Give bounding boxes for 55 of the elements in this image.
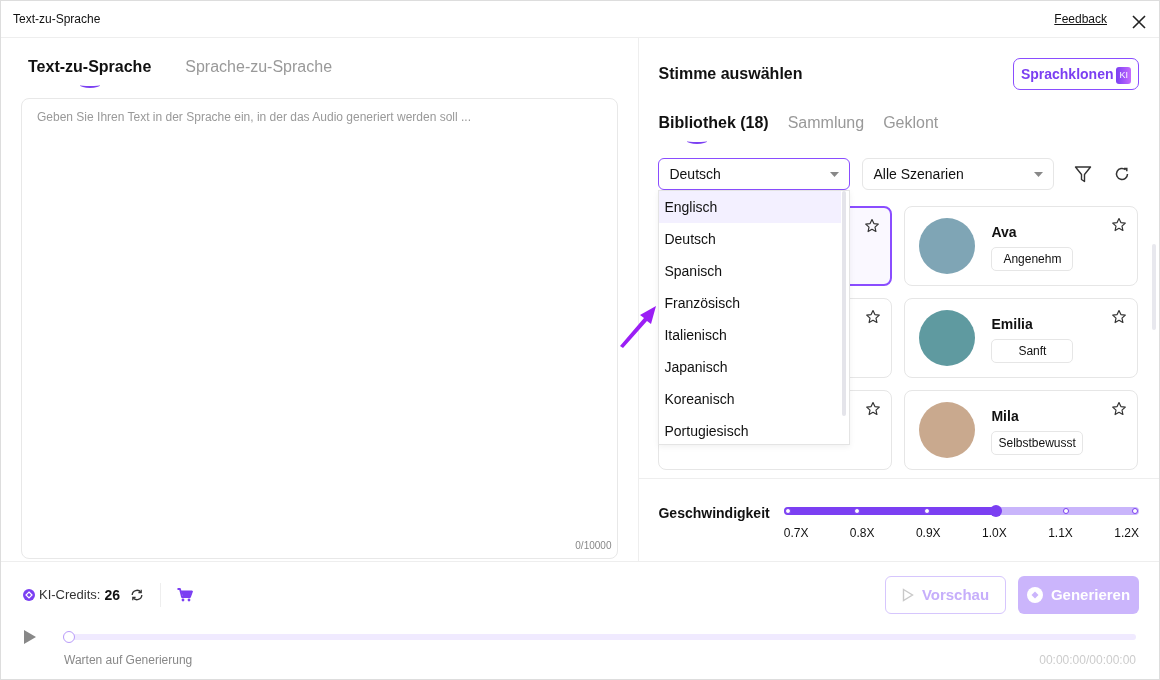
star-icon[interactable] xyxy=(1111,309,1128,325)
feedback-link[interactable]: Feedback xyxy=(1054,10,1107,28)
window-title: Text-zu-Sprache xyxy=(13,11,101,28)
dropdown-scrollbar[interactable] xyxy=(842,191,847,416)
speed-tick-label: 0.8X xyxy=(849,525,875,542)
voice-name: Ava xyxy=(991,222,1017,242)
star-icon[interactable] xyxy=(865,401,882,417)
play-icon[interactable] xyxy=(23,629,37,645)
star-icon[interactable] xyxy=(865,309,882,325)
star-icon[interactable] xyxy=(1111,401,1128,417)
dropdown-option[interactable]: Deutsch xyxy=(659,223,842,255)
voice-name: Mila xyxy=(991,406,1019,426)
star-icon[interactable] xyxy=(1111,217,1128,233)
voice-clone-button[interactable]: Sprachklonen KI xyxy=(1012,58,1139,90)
speed-tick-label: 1.1X xyxy=(1048,525,1073,542)
playback-thumb[interactable] xyxy=(63,631,75,643)
dropdown-option[interactable]: Französisch xyxy=(659,287,842,319)
voice-card[interactable]: Mila Selbstbewusst xyxy=(904,390,1139,470)
speed-tick-label: 0.7X xyxy=(783,525,809,542)
credits-label: KI-Credits: xyxy=(39,586,101,605)
cart-icon[interactable] xyxy=(177,588,193,602)
voice-name: Emilia xyxy=(991,314,1033,334)
status-text: Warten auf Generierung xyxy=(64,652,193,669)
voice-tag: Sanft xyxy=(991,338,1074,363)
dropdown-option[interactable]: Italienisch xyxy=(659,319,842,351)
play-icon xyxy=(901,588,914,602)
character-counter: 0/10000 xyxy=(575,539,612,553)
speed-tick-label: 0.9X xyxy=(915,525,941,542)
dropdown-option[interactable]: Englisch xyxy=(659,191,842,223)
arrow-icon xyxy=(618,304,658,348)
dropdown-option[interactable]: Koreanisch xyxy=(659,383,842,415)
speed-label: Geschwindigkeit xyxy=(658,504,770,523)
star-icon[interactable] xyxy=(864,218,881,234)
speed-slider-thumb[interactable] xyxy=(990,505,1003,517)
credits-icon xyxy=(23,589,35,601)
caret-icon xyxy=(1034,171,1044,177)
voice-tag: Selbstbewusst xyxy=(991,430,1083,455)
dropdown-option[interactable]: Spanisch xyxy=(659,255,842,287)
refresh-icon[interactable] xyxy=(1114,166,1131,182)
voice-tag: Angenehm xyxy=(991,246,1074,271)
voice-card[interactable]: Ava Angenehm xyxy=(904,206,1139,286)
panel-title: Stimme auswählen xyxy=(658,64,803,84)
scenario-dropdown[interactable]: Alle Szenarien xyxy=(862,158,1055,190)
dropdown-option[interactable]: Japanisch xyxy=(659,351,842,383)
voice-card[interactable]: Emilia Sanft xyxy=(904,298,1139,378)
mode-tab[interactable]: Text-zu-Sprache xyxy=(28,47,152,89)
dropdown-option[interactable]: Portugiesisch xyxy=(659,415,842,444)
language-dropdown[interactable]: Deutsch xyxy=(658,158,851,190)
library-tab[interactable]: Bibliothek (18) xyxy=(658,103,769,145)
credits-value: 26 xyxy=(104,585,120,605)
filter-icon[interactable] xyxy=(1074,165,1093,183)
caret-icon xyxy=(830,171,840,177)
speed-tick-label: 1.2X xyxy=(1114,525,1139,542)
refresh-icon[interactable] xyxy=(130,588,144,602)
speed-tick-label: 1.0X xyxy=(982,525,1007,542)
